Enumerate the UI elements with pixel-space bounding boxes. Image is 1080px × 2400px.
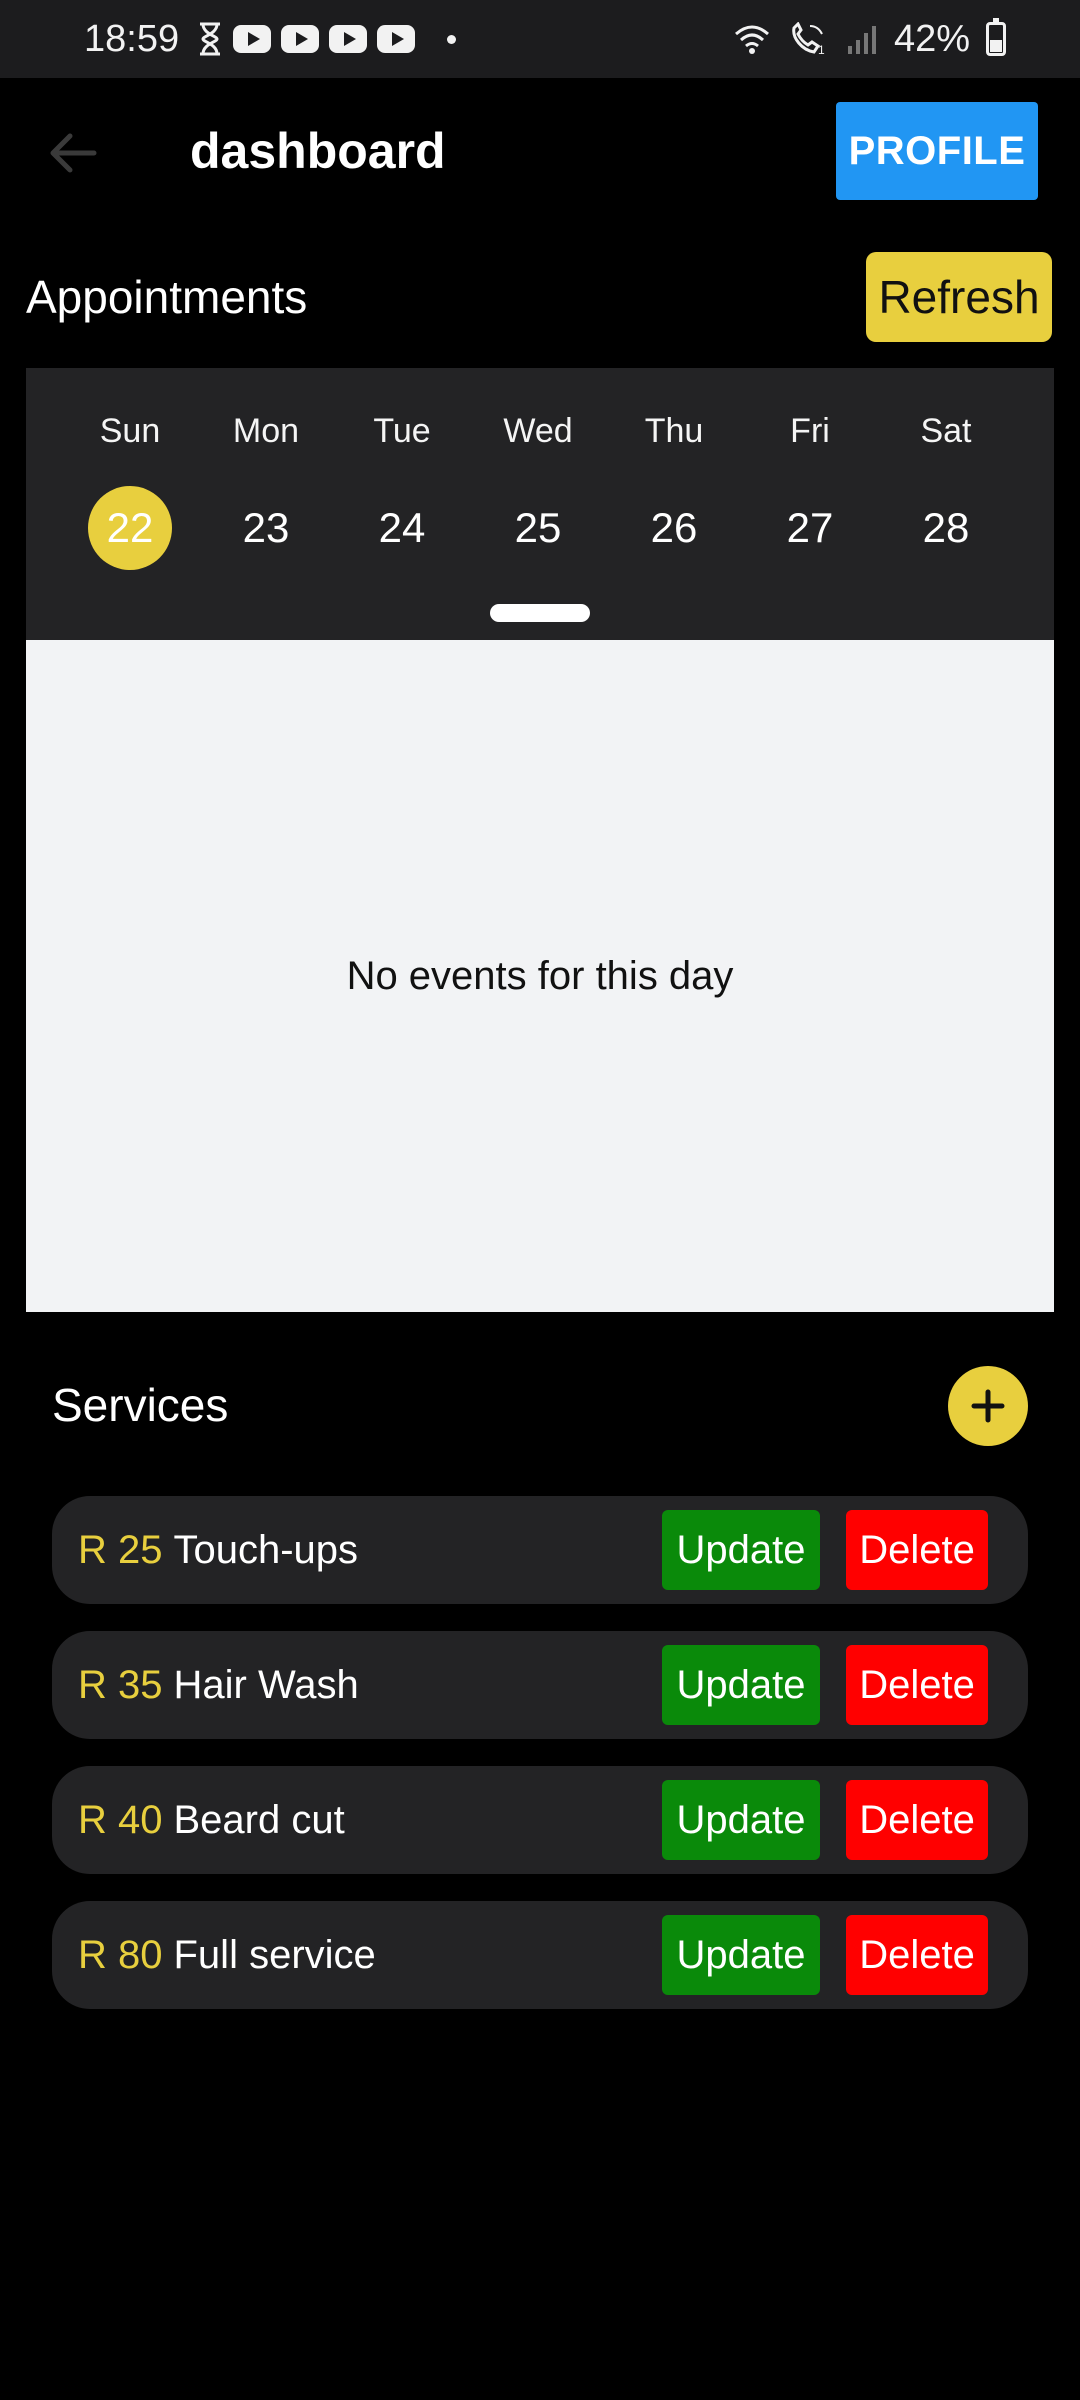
system-icons: 1 42% [732,0,1006,78]
weekday-label: Thu [644,412,704,450]
delete-button[interactable]: Delete [846,1510,988,1590]
delete-button[interactable]: Delete [846,1915,988,1995]
date-row: 22 23 24 25 26 27 28 [62,486,1014,570]
service-text: R 40 Beard cut [78,1766,345,1874]
notification-icons [197,22,457,56]
date-selected[interactable]: 22 [88,486,172,570]
youtube-icon [281,25,320,53]
service-name: Touch-ups [173,1527,359,1572]
status-time: 18:59 [84,17,180,60]
battery-icon [986,18,1006,56]
service-price: R 25 [78,1527,163,1572]
date-day[interactable]: 26 [632,486,716,570]
date-day[interactable]: 25 [496,486,580,570]
date-day[interactable]: 24 [360,486,444,570]
delete-button[interactable]: Delete [846,1645,988,1725]
service-name: Hair Wash [173,1662,359,1707]
service-price: R 35 [78,1662,163,1707]
date-day[interactable]: 28 [904,486,988,570]
wifi-icon [734,25,769,54]
youtube-icon [233,25,272,53]
service-name: Beard cut [173,1797,345,1842]
update-button[interactable]: Update [662,1780,820,1860]
weekday-row: Sun Mon Tue Wed Thu Fri Sat [62,412,1014,451]
week-calendar-strip: Sun Mon Tue Wed Thu Fri Sat 22 23 24 25 … [26,368,1054,640]
page-title: dashboard [190,123,446,179]
youtube-icon [329,25,368,53]
youtube-icon [377,25,416,53]
empty-events-message: No events for this day [346,953,734,998]
service-text: R 25 Touch-ups [78,1496,358,1604]
service-item: R 80 Full service Update Delete [52,1901,1028,2009]
battery-percentage: 42% [893,17,970,60]
weekday-label: Fri [790,412,830,450]
update-button[interactable]: Update [662,1915,820,1995]
date-day[interactable]: 27 [768,486,852,570]
add-service-button[interactable] [948,1366,1028,1446]
services-heading: Services [52,1379,229,1431]
service-price: R 80 [78,1932,163,1977]
service-item: R 35 Hair Wash Update Delete [52,1631,1028,1739]
hourglass-icon [200,22,221,56]
dot-icon [447,34,457,44]
signal-icon [847,26,876,54]
calendar-drag-handle[interactable] [490,604,590,622]
back-arrow-icon[interactable] [44,128,104,178]
weekday-label: Sun [99,412,161,450]
update-button[interactable]: Update [662,1645,820,1725]
update-button[interactable]: Update [662,1510,820,1590]
weekday-label: Wed [503,412,573,450]
svg-text:1: 1 [818,43,825,56]
weekday-label: Tue [373,412,431,450]
service-name: Full service [173,1932,376,1977]
service-text: R 80 Full service [78,1901,376,2009]
delete-button[interactable]: Delete [846,1780,988,1860]
weekday-label: Mon [232,412,300,450]
wifi-call-icon: 1 [792,22,825,56]
weekday-label: Sat [920,412,972,450]
top-app-bar: dashboard PROFILE [0,78,1080,228]
dashboard-screen: 18:59 1 42% dashboard PROFILE Appointmen… [0,0,1080,2400]
plus-icon [971,1389,1005,1423]
service-text: R 35 Hair Wash [78,1631,359,1739]
profile-button[interactable]: PROFILE [836,102,1038,200]
status-bar: 18:59 1 42% [0,0,1080,78]
refresh-button[interactable]: Refresh [866,252,1052,342]
service-list: R 25 Touch-ups Update Delete R 35 Hair W… [52,1496,1028,2036]
appointments-heading: Appointments [26,271,308,323]
service-item: R 25 Touch-ups Update Delete [52,1496,1028,1604]
events-list: No events for this day [26,640,1054,1312]
date-day[interactable]: 23 [224,486,308,570]
service-price: R 40 [78,1797,163,1842]
service-item: R 40 Beard cut Update Delete [52,1766,1028,1874]
